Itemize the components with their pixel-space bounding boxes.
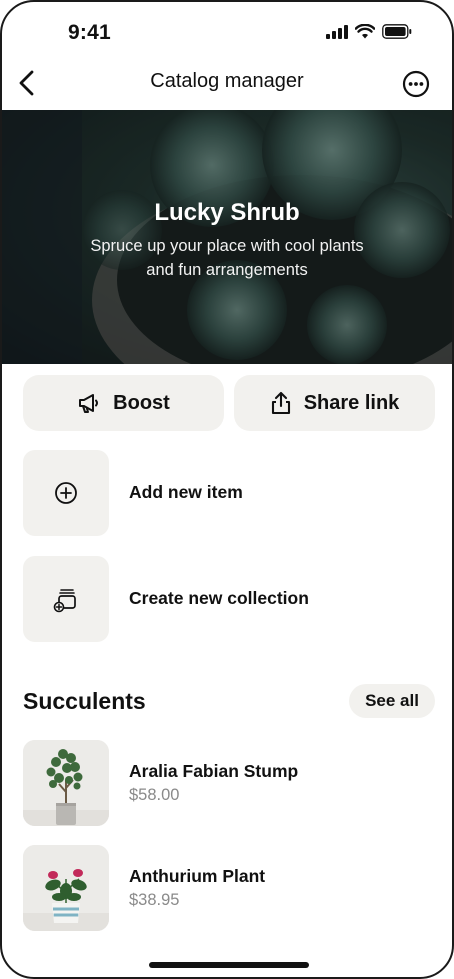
- see-all-button[interactable]: See all: [349, 684, 435, 718]
- hero-banner: Lucky Shrub Spruce up your place with co…: [2, 110, 452, 364]
- page-title: Catalog manager: [150, 70, 304, 92]
- hero-title: Lucky Shrub: [154, 199, 300, 226]
- boost-label: Boost: [113, 391, 170, 414]
- add-new-item-row[interactable]: Add new item: [23, 450, 435, 536]
- share-link-label: Share link: [303, 391, 400, 414]
- aralia-plant-image: [23, 740, 109, 826]
- product-row[interactable]: Anthurium Plant $38.95: [23, 845, 435, 931]
- product-thumbnail: [23, 740, 109, 826]
- add-collection-icon: [53, 589, 76, 613]
- phone-frame: 9:41 Catalog manager Lucky Shrub Spruce …: [0, 0, 454, 979]
- boost-button[interactable]: Boost: [23, 375, 224, 431]
- nav-bar: Catalog manager: [2, 58, 452, 108]
- battery-icon: [382, 24, 412, 39]
- hero-subtitle-line1: Spruce up your place with cool plants: [90, 237, 364, 255]
- anthurium-plant-image: [23, 845, 109, 931]
- hero-subtitle: Spruce up your place with cool plants an…: [62, 234, 392, 282]
- cellular-signal-icon: [326, 24, 348, 39]
- create-collection-tile: [23, 556, 109, 642]
- hero-subtitle-line2: and fun arrangements: [146, 261, 308, 279]
- product-price: $38.95: [129, 891, 180, 909]
- create-collection-row[interactable]: Create new collection: [23, 556, 435, 642]
- add-item-tile: [23, 450, 109, 536]
- plus-circle-icon: [55, 482, 77, 504]
- wifi-icon: [355, 24, 375, 39]
- status-time: 9:41: [68, 21, 111, 44]
- product-row[interactable]: Aralia Fabian Stump $58.00: [23, 740, 435, 826]
- section-title: Succulents: [23, 688, 146, 714]
- home-indicator[interactable]: [149, 962, 309, 968]
- more-options-button[interactable]: [402, 70, 430, 98]
- status-icons: [326, 24, 412, 39]
- share-link-button[interactable]: Share link: [234, 375, 435, 431]
- status-bar: 9:41: [2, 2, 452, 62]
- product-name: Anthurium Plant: [129, 866, 266, 886]
- product-price: $58.00: [129, 786, 180, 804]
- add-new-item-label: Add new item: [129, 482, 243, 502]
- more-horizontal-icon: [402, 70, 430, 98]
- share-icon: [271, 391, 290, 415]
- product-thumbnail: [23, 845, 109, 931]
- create-collection-label: Create new collection: [129, 588, 309, 608]
- megaphone-icon: [79, 394, 99, 413]
- product-name: Aralia Fabian Stump: [129, 761, 299, 781]
